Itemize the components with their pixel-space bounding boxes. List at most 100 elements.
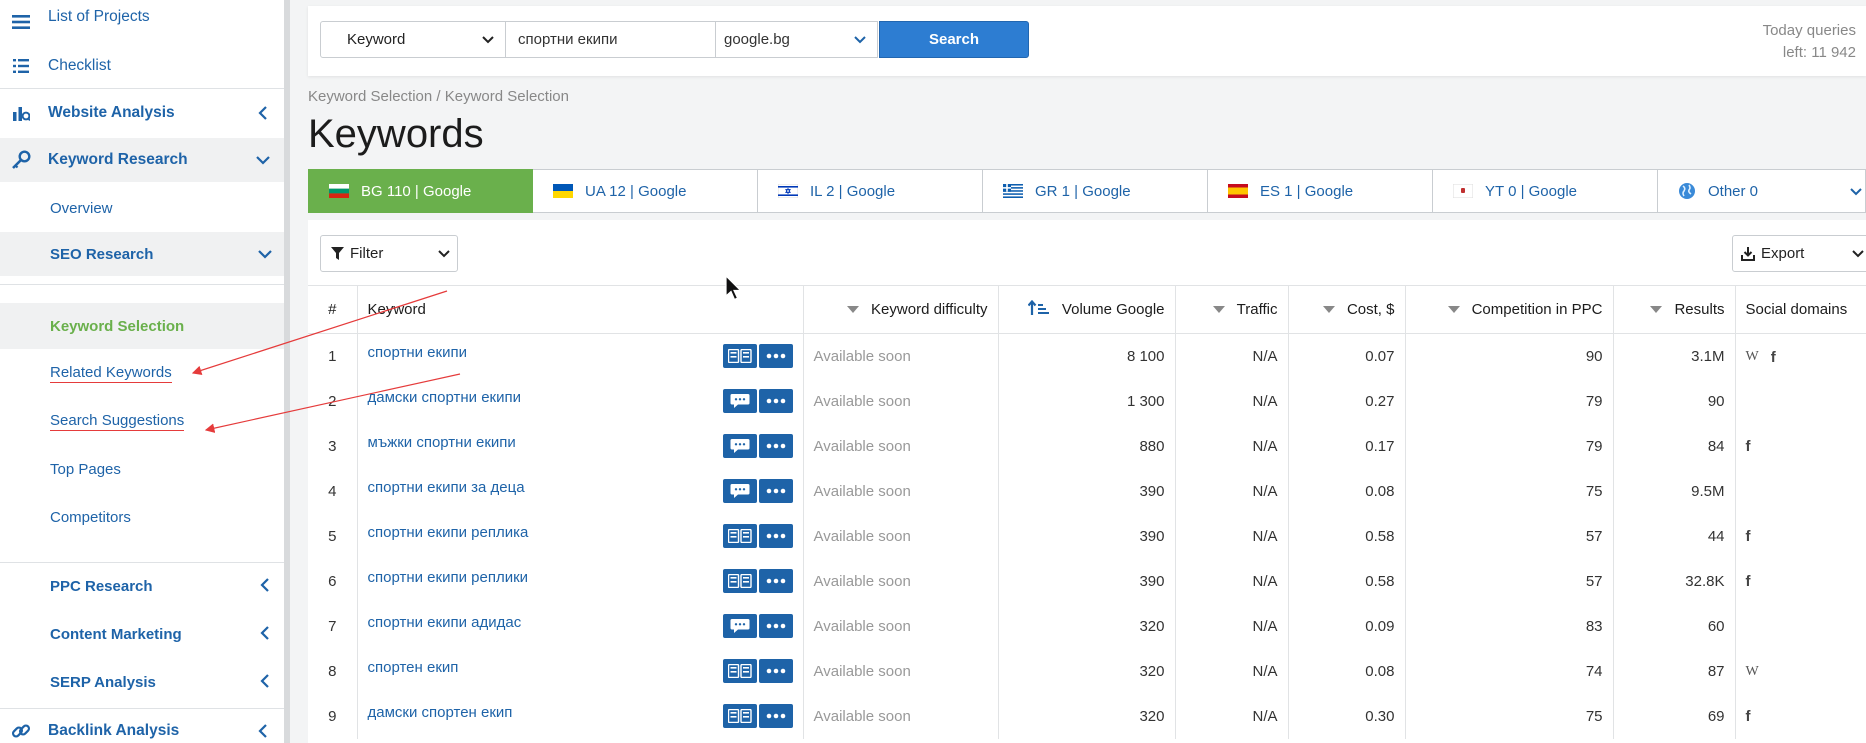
tab-other[interactable]: Other 0 [1658,169,1866,213]
sidebar-item-top-pages[interactable]: Top Pages [0,447,284,491]
cost-cell: 0.07 [1288,333,1406,379]
sidebar-item-website-analysis[interactable]: Website Analysis [0,91,284,135]
volume-cell: 390 [998,558,1176,604]
serp-compare-icon[interactable] [722,569,757,593]
column-header-cost[interactable]: Cost, $ [1288,285,1406,334]
traffic-cell: N/A [1175,648,1289,694]
search-engine-select[interactable]: google.bg [716,21,878,58]
keyword-link[interactable]: спортни екипи адидас [368,614,522,631]
tab-yt[interactable]: YT 0 | Google [1433,169,1658,213]
chat-bubble-icon[interactable] [722,434,757,458]
chat-bubble-icon[interactable] [722,389,757,413]
volume-cell: 320 [998,693,1176,739]
sidebar-item-competitors[interactable]: Competitors [0,495,284,539]
facebook-icon[interactable]: f [1746,528,1751,545]
tab-es[interactable]: ES 1 | Google [1208,169,1433,213]
sidebar-item-serp-analysis[interactable]: SERP Analysis [0,660,284,704]
column-header-results[interactable]: Results [1613,285,1736,334]
region-tabs: BG 110 | Google UA 12 | Google IL 2 | Go… [308,169,1866,213]
keyword-link[interactable]: спортни екипи за деца [368,479,525,496]
facebook-icon[interactable]: f [1746,438,1751,455]
more-options-icon[interactable] [758,434,793,458]
more-options-icon[interactable] [758,524,793,548]
search-input[interactable] [506,21,716,58]
chevron-left-icon [254,722,272,740]
wikipedia-icon[interactable]: W [1746,664,1759,680]
competition-cell: 75 [1405,693,1614,739]
more-options-icon[interactable] [758,344,793,369]
column-header-volume[interactable]: Volume Google [998,285,1176,334]
keyword-link[interactable]: мъжки спортни екипи [368,434,516,451]
facebook-icon[interactable]: f [1771,349,1776,366]
facebook-icon[interactable]: f [1746,573,1751,590]
sidebar-item-list-of-projects[interactable]: List of Projects [0,0,284,44]
filter-button[interactable]: Filter [320,235,458,272]
difficulty-cell: Available soon [803,333,999,379]
sidebar-item-seo-research[interactable]: SEO Research [0,232,284,276]
sidebar-item-label: Keyword Selection [50,317,185,335]
results-cell: 44 [1613,513,1736,559]
sidebar-item-backlink-analysis[interactable]: Backlink Analysis [0,709,284,743]
sidebar-item-keyword-research[interactable]: Keyword Research [0,138,284,182]
difficulty-cell: Available soon [803,513,999,559]
queries-label: Today queries [1762,22,1856,39]
tab-gr[interactable]: GR 1 | Google [983,169,1208,213]
competition-cell: 74 [1405,648,1614,694]
table-row: 4 спортни екипи за деца Available soon 390 N… [308,468,1866,514]
chevron-left-icon [260,578,270,596]
search-type-select[interactable]: Keyword [320,21,506,58]
facebook-icon[interactable]: f [1746,708,1751,725]
spain-flag-icon [1228,184,1248,198]
column-header-traffic[interactable]: Traffic [1175,285,1289,334]
column-label: Traffic [1236,300,1278,318]
more-options-icon[interactable] [758,389,793,413]
divider [0,88,284,89]
search-button[interactable]: Search [879,21,1029,58]
export-button[interactable]: Export [1732,235,1866,272]
keyword-link[interactable]: спортни екипи реплики [368,569,529,586]
more-options-icon[interactable] [758,569,793,593]
keyword-link[interactable]: дамски спортни екипи [368,389,521,406]
keyword-link[interactable]: спортни екипи [368,344,467,361]
more-options-icon[interactable] [758,479,793,503]
more-options-icon[interactable] [758,704,793,728]
sidebar-item-search-suggestions[interactable]: Search Suggestions [0,399,284,443]
serp-compare-icon[interactable] [722,344,757,369]
sidebar-item-overview[interactable]: Overview [0,186,284,230]
competition-cell: 90 [1405,333,1614,379]
row-actions [722,704,793,728]
sidebar-item-keyword-selection[interactable]: Keyword Selection [0,303,284,349]
serp-compare-icon[interactable] [722,524,757,548]
results-cell: 87 [1613,648,1736,694]
sidebar-item-content-marketing[interactable]: Content Marketing [0,612,284,656]
sidebar-item-label: Competitors [50,508,131,526]
keyword-link[interactable]: дамски спортен екип [368,704,513,721]
sidebar-item-ppc-research[interactable]: PPC Research [0,564,284,608]
serp-compare-icon[interactable] [722,659,757,683]
tab-il[interactable]: IL 2 | Google [758,169,983,213]
tab-ua[interactable]: UA 12 | Google [533,169,758,213]
column-header-difficulty[interactable]: Keyword difficulty [803,285,999,334]
keyword-link[interactable]: спортен екип [368,659,459,676]
sidebar-item-checklist[interactable]: Checklist [0,44,284,88]
sidebar-item-label: PPC Research [50,577,153,595]
competition-cell: 57 [1405,558,1614,604]
serp-compare-icon[interactable] [722,704,757,728]
tab-bg[interactable]: BG 110 | Google [308,169,533,213]
traffic-cell: N/A [1175,423,1289,469]
results-cell: 3.1M [1613,333,1736,379]
keyword-link[interactable]: спортни екипи реплика [368,524,529,541]
more-options-icon[interactable] [758,659,793,683]
traffic-cell: N/A [1175,513,1289,559]
social-domains: f [1746,708,1751,725]
volume-cell: 390 [998,513,1176,559]
table-row: 2 дамски спортни екипи Available soon 1 300… [308,378,1866,424]
column-header-competition[interactable]: Competition in PPC [1405,285,1614,334]
chat-bubble-icon[interactable] [722,614,757,638]
chat-bubble-icon[interactable] [722,479,757,503]
sidebar-item-related-keywords[interactable]: Related Keywords [0,351,284,395]
wikipedia-icon[interactable]: W [1746,349,1759,365]
traffic-cell: N/A [1175,333,1289,379]
more-options-icon[interactable] [758,614,793,638]
social-cell: f [1735,559,1866,604]
